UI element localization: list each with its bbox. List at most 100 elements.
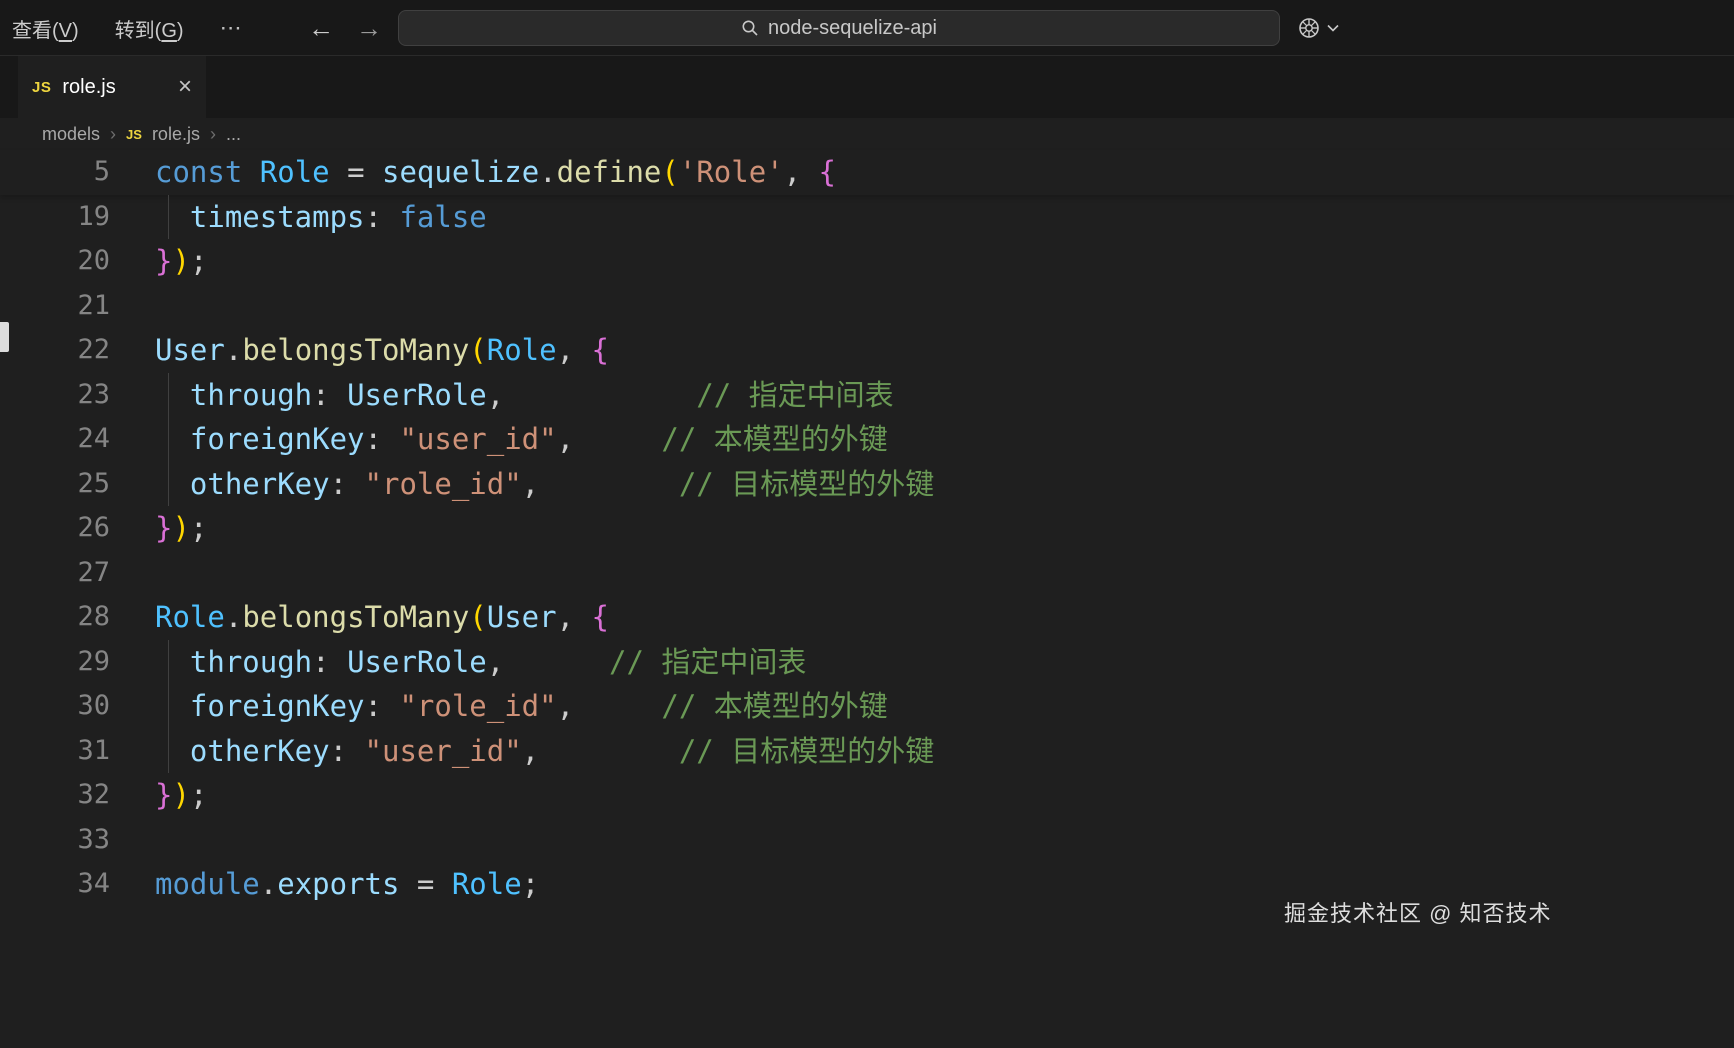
code-row[interactable]: 26}); — [0, 506, 1734, 551]
line-number[interactable]: 28 — [0, 595, 110, 640]
line-number[interactable]: 30 — [0, 684, 110, 729]
menu-view[interactable]: 查看(V) — [12, 14, 79, 43]
code-token — [242, 155, 259, 189]
line-number[interactable]: 23 — [0, 373, 110, 418]
line-number[interactable]: 31 — [0, 729, 110, 774]
close-tab-icon[interactable]: × — [178, 75, 192, 99]
code-row[interactable]: 31 otherKey: "user_id", // 目标模型的外键 — [0, 729, 1734, 774]
code-token: ; — [190, 244, 207, 278]
code-token — [539, 734, 679, 768]
code-row[interactable]: 27 — [0, 551, 1734, 596]
code-token: belongsToMany — [242, 333, 469, 367]
code-token: , — [487, 645, 504, 679]
sticky-scroll-row[interactable]: 5const Role = sequelize.define('Role', { — [0, 150, 1734, 195]
line-number[interactable]: 26 — [0, 506, 110, 551]
code-token: . — [260, 867, 277, 901]
back-icon[interactable]: ← — [308, 13, 334, 44]
code-row[interactable]: 28Role.belongsToMany(User, { — [0, 595, 1734, 640]
code-row[interactable]: 24 foreignKey: "user_id", // 本模型的外键 — [0, 417, 1734, 462]
tab-role-js[interactable]: JS role.js × — [18, 56, 206, 118]
code-token: , — [557, 689, 574, 723]
line-number[interactable]: 27 — [0, 551, 110, 596]
command-center-search[interactable]: node-sequelize-api — [398, 10, 1280, 46]
code-token: sequelize — [382, 155, 539, 189]
code-token: ; — [190, 511, 207, 545]
code-token: : — [365, 689, 400, 723]
code-token: . — [225, 333, 242, 367]
code-row[interactable]: 29 through: UserRole, // 指定中间表 — [0, 640, 1734, 685]
code-token: timestamps — [190, 200, 365, 234]
code-token — [155, 689, 190, 723]
line-number[interactable]: 24 — [0, 417, 110, 462]
indent-guide — [168, 417, 169, 462]
code-token: User — [487, 600, 557, 634]
code-token: ; — [190, 778, 207, 812]
code-token: : — [330, 734, 365, 768]
code-token: : — [330, 467, 365, 501]
code-token: Role — [260, 155, 330, 189]
breadcrumb-folder[interactable]: models — [42, 124, 100, 145]
history-nav: ← → — [308, 0, 382, 56]
editor-lines: 5const Role = sequelize.define('Role', {… — [0, 150, 1734, 907]
code-line-text: module.exports = Role; — [155, 862, 539, 907]
code-token: { — [592, 333, 609, 367]
code-token — [504, 645, 609, 679]
code-token: "role_id" — [399, 689, 556, 723]
code-token: ; — [522, 867, 539, 901]
code-token: otherKey — [190, 467, 330, 501]
code-token: // 指定中间表 — [696, 378, 893, 412]
breadcrumb-file[interactable]: role.js — [152, 124, 200, 145]
code-token: // 本模型的外键 — [661, 689, 887, 723]
line-number[interactable]: 5 — [0, 150, 110, 195]
line-number[interactable]: 21 — [0, 284, 110, 329]
line-number[interactable]: 29 — [0, 640, 110, 685]
code-row[interactable]: 19 timestamps: false — [0, 195, 1734, 240]
code-token — [155, 645, 190, 679]
code-token: = — [330, 155, 382, 189]
code-row[interactable]: 23 through: UserRole, // 指定中间表 — [0, 373, 1734, 418]
line-number[interactable]: 34 — [0, 862, 110, 907]
code-token: const — [155, 155, 242, 189]
tab-bar: JS role.js × — [0, 56, 1734, 118]
code-token: , — [557, 600, 592, 634]
indent-guide — [168, 684, 169, 729]
code-token — [574, 689, 661, 723]
code-row[interactable]: 30 foreignKey: "role_id", // 本模型的外键 — [0, 684, 1734, 729]
forward-icon[interactable]: → — [356, 13, 382, 44]
code-line-text: otherKey: "user_id", // 目标模型的外键 — [155, 729, 934, 774]
code-token: define — [557, 155, 662, 189]
line-number[interactable]: 19 — [0, 195, 110, 240]
code-row[interactable]: 20}); — [0, 239, 1734, 284]
chevron-down-icon — [1327, 24, 1339, 32]
code-token: "user_id" — [365, 734, 522, 768]
code-token: otherKey — [190, 734, 330, 768]
menu-go[interactable]: 转到(G) — [115, 14, 184, 43]
line-number[interactable]: 25 — [0, 462, 110, 507]
line-number[interactable]: 33 — [0, 818, 110, 863]
code-token: // 目标模型的外键 — [679, 467, 934, 501]
indent-guide — [168, 640, 169, 685]
line-number[interactable]: 32 — [0, 773, 110, 818]
line-number[interactable]: 20 — [0, 239, 110, 284]
tabbar-left-spacer — [0, 56, 18, 118]
menu-view-mnemonic: V — [59, 20, 72, 42]
code-token: User — [155, 333, 225, 367]
code-row[interactable]: 33 — [0, 818, 1734, 863]
code-token: , — [522, 467, 539, 501]
tab-label: role.js — [62, 76, 115, 99]
code-token: Role — [155, 600, 225, 634]
code-row[interactable]: 22User.belongsToMany(Role, { — [0, 328, 1734, 373]
more-menus-icon[interactable]: ⋯ — [220, 15, 244, 41]
code-row[interactable]: 32}); — [0, 773, 1734, 818]
code-token: , — [557, 422, 574, 456]
line-number[interactable]: 22 — [0, 328, 110, 373]
code-row[interactable]: 25 otherKey: "role_id", // 目标模型的外键 — [0, 462, 1734, 507]
breadcrumb-separator: › — [210, 124, 216, 145]
breadcrumb-symbol-more[interactable]: ... — [226, 124, 241, 145]
code-token: Role — [487, 333, 557, 367]
code-token: ) — [172, 511, 189, 545]
titlebar-right-controls[interactable] — [1296, 0, 1339, 56]
code-row[interactable]: 21 — [0, 284, 1734, 329]
code-token: module — [155, 867, 260, 901]
indent-guide — [168, 729, 169, 774]
